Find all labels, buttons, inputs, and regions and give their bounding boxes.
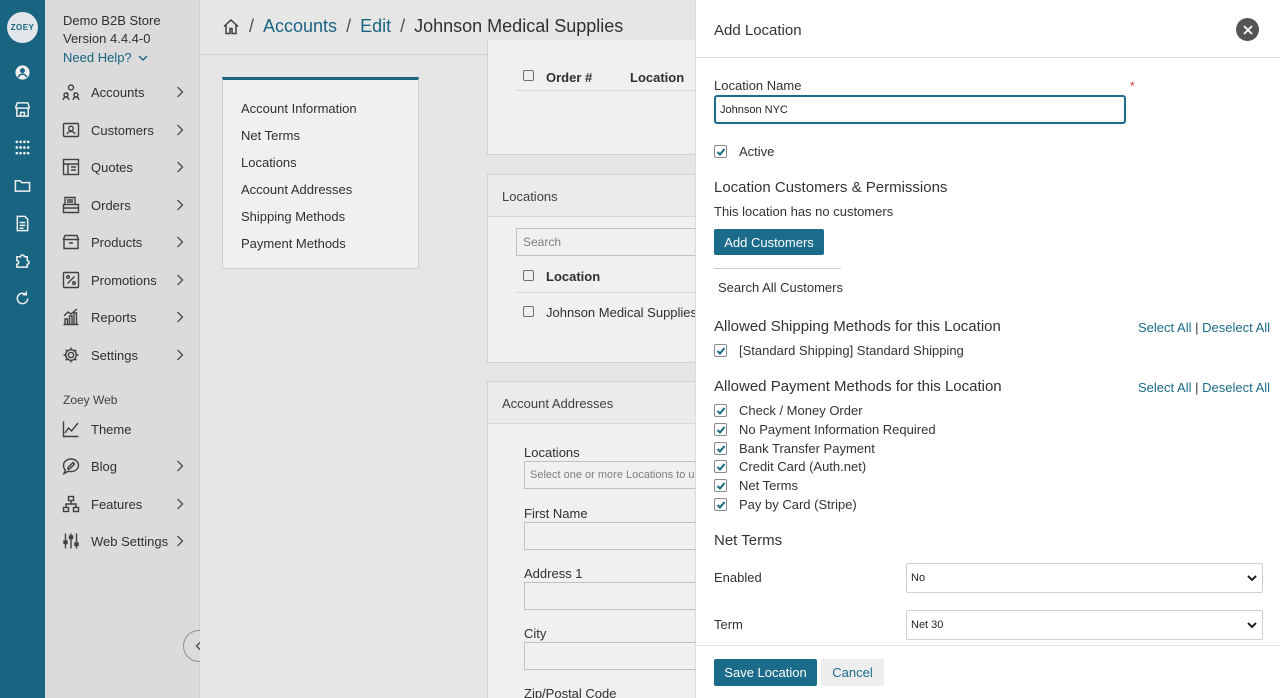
panel-footer: Save Location Cancel (696, 645, 1280, 698)
link-divider: | (1195, 380, 1199, 395)
term-select-value: Net 30 (911, 619, 944, 631)
payment-methods-title: Allowed Payment Methods for this Locatio… (714, 378, 1002, 395)
check-icon (716, 346, 725, 355)
add-customers-button[interactable]: Add Customers (714, 229, 824, 255)
term-label: Term (714, 617, 743, 632)
enabled-select-value: No (911, 572, 926, 584)
payment-method-checkbox[interactable] (714, 423, 727, 436)
no-customers-text: This location has no customers (714, 204, 894, 219)
panel-title: Add Location (714, 22, 802, 39)
cancel-button[interactable]: Cancel (821, 659, 884, 686)
shipping-select-all-link[interactable]: Select All (1138, 320, 1191, 335)
location-name-label: Location Name (714, 78, 802, 93)
check-icon (716, 147, 725, 156)
chevron-down-icon (1247, 622, 1257, 629)
payment-method-label: Net Terms (739, 478, 798, 493)
check-icon (716, 500, 725, 509)
divider (714, 268, 841, 269)
payment-method-checkbox[interactable] (714, 479, 727, 492)
payment-select-all-link[interactable]: Select All (1138, 380, 1191, 395)
term-select[interactable]: Net 30 (906, 610, 1263, 640)
check-icon (716, 481, 725, 490)
payment-method-label: Pay by Card (Stripe) (739, 497, 857, 512)
location-name-input[interactable] (714, 95, 1126, 124)
payment-method-checkbox[interactable] (714, 442, 727, 455)
shipping-select-links: Select All | Deselect All (1138, 320, 1270, 335)
save-location-button[interactable]: Save Location (714, 659, 817, 686)
check-icon (716, 425, 725, 434)
net-terms-title: Net Terms (714, 532, 783, 549)
shipping-method-label: [Standard Shipping] Standard Shipping (739, 343, 964, 358)
close-panel-button[interactable] (1236, 18, 1259, 41)
shipping-deselect-all-link[interactable]: Deselect All (1202, 320, 1270, 335)
close-icon (1242, 24, 1253, 35)
payment-method-checkbox[interactable] (714, 498, 727, 511)
payment-method-label: No Payment Information Required (739, 422, 936, 437)
check-icon (716, 462, 725, 471)
payment-method-label: Bank Transfer Payment (739, 441, 875, 456)
payment-method-label: Credit Card (Auth.net) (739, 459, 867, 474)
enabled-select[interactable]: No (906, 563, 1263, 593)
customers-permissions-title: Location Customers & Permissions (714, 179, 948, 196)
check-icon (716, 444, 725, 453)
active-label: Active (739, 144, 775, 159)
payment-method-checkbox[interactable] (714, 404, 727, 417)
active-checkbox[interactable] (714, 145, 727, 158)
payment-deselect-all-link[interactable]: Deselect All (1202, 380, 1270, 395)
enabled-label: Enabled (714, 570, 762, 585)
check-icon (716, 406, 725, 415)
shipping-method-checkbox[interactable] (714, 344, 727, 357)
link-divider: | (1195, 320, 1199, 335)
shipping-methods-title: Allowed Shipping Methods for this Locati… (714, 318, 1001, 335)
payment-select-links: Select All | Deselect All (1138, 380, 1270, 395)
search-all-customers-link[interactable]: Search All Customers (718, 280, 843, 295)
required-marker: * (1130, 79, 1135, 93)
modal-backdrop[interactable] (0, 0, 695, 698)
payment-method-label: Check / Money Order (739, 403, 863, 418)
payment-method-checkbox[interactable] (714, 460, 727, 473)
chevron-down-icon (1247, 575, 1257, 582)
panel-header: Add Location (696, 0, 1280, 58)
add-location-panel: Add Location Location Name * Active Loca… (695, 0, 1280, 698)
